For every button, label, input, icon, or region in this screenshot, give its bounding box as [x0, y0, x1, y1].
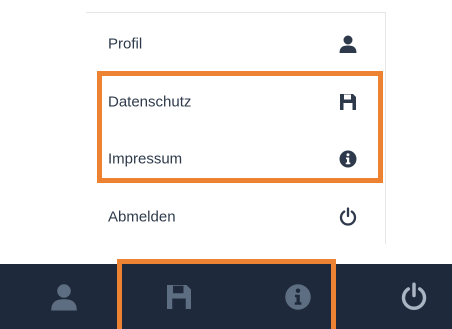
- info-circle-icon: [283, 282, 313, 312]
- power-icon: [399, 282, 429, 312]
- bottom-bar-abmelden-button[interactable]: [384, 264, 444, 329]
- bottom-bar-impressum-button[interactable]: [268, 264, 328, 329]
- bottom-navigation-bar: [0, 264, 452, 329]
- power-icon: [338, 207, 358, 227]
- menu-item-profil[interactable]: Profil: [86, 15, 386, 73]
- info-circle-icon: [338, 149, 358, 169]
- user-dropdown-menu: Profil Datenschutz Impressum Abmelden: [86, 12, 386, 244]
- floppy-disk-icon: [164, 282, 194, 312]
- menu-item-impressum[interactable]: Impressum: [86, 130, 386, 188]
- menu-item-label: Profil: [108, 35, 143, 53]
- menu-item-label: Abmelden: [108, 208, 176, 226]
- bottom-bar-profil-button[interactable]: [34, 264, 94, 329]
- menu-item-label: Impressum: [108, 150, 183, 168]
- user-icon: [338, 34, 358, 54]
- menu-item-label: Datenschutz: [108, 93, 192, 111]
- screen: Profil Datenschutz Impressum Abmelden: [0, 0, 452, 329]
- menu-item-datenschutz[interactable]: Datenschutz: [86, 73, 386, 131]
- user-icon: [49, 282, 79, 312]
- bottom-bar-datenschutz-button[interactable]: [149, 264, 209, 329]
- menu-item-abmelden[interactable]: Abmelden: [86, 188, 386, 246]
- floppy-disk-icon: [338, 92, 358, 112]
